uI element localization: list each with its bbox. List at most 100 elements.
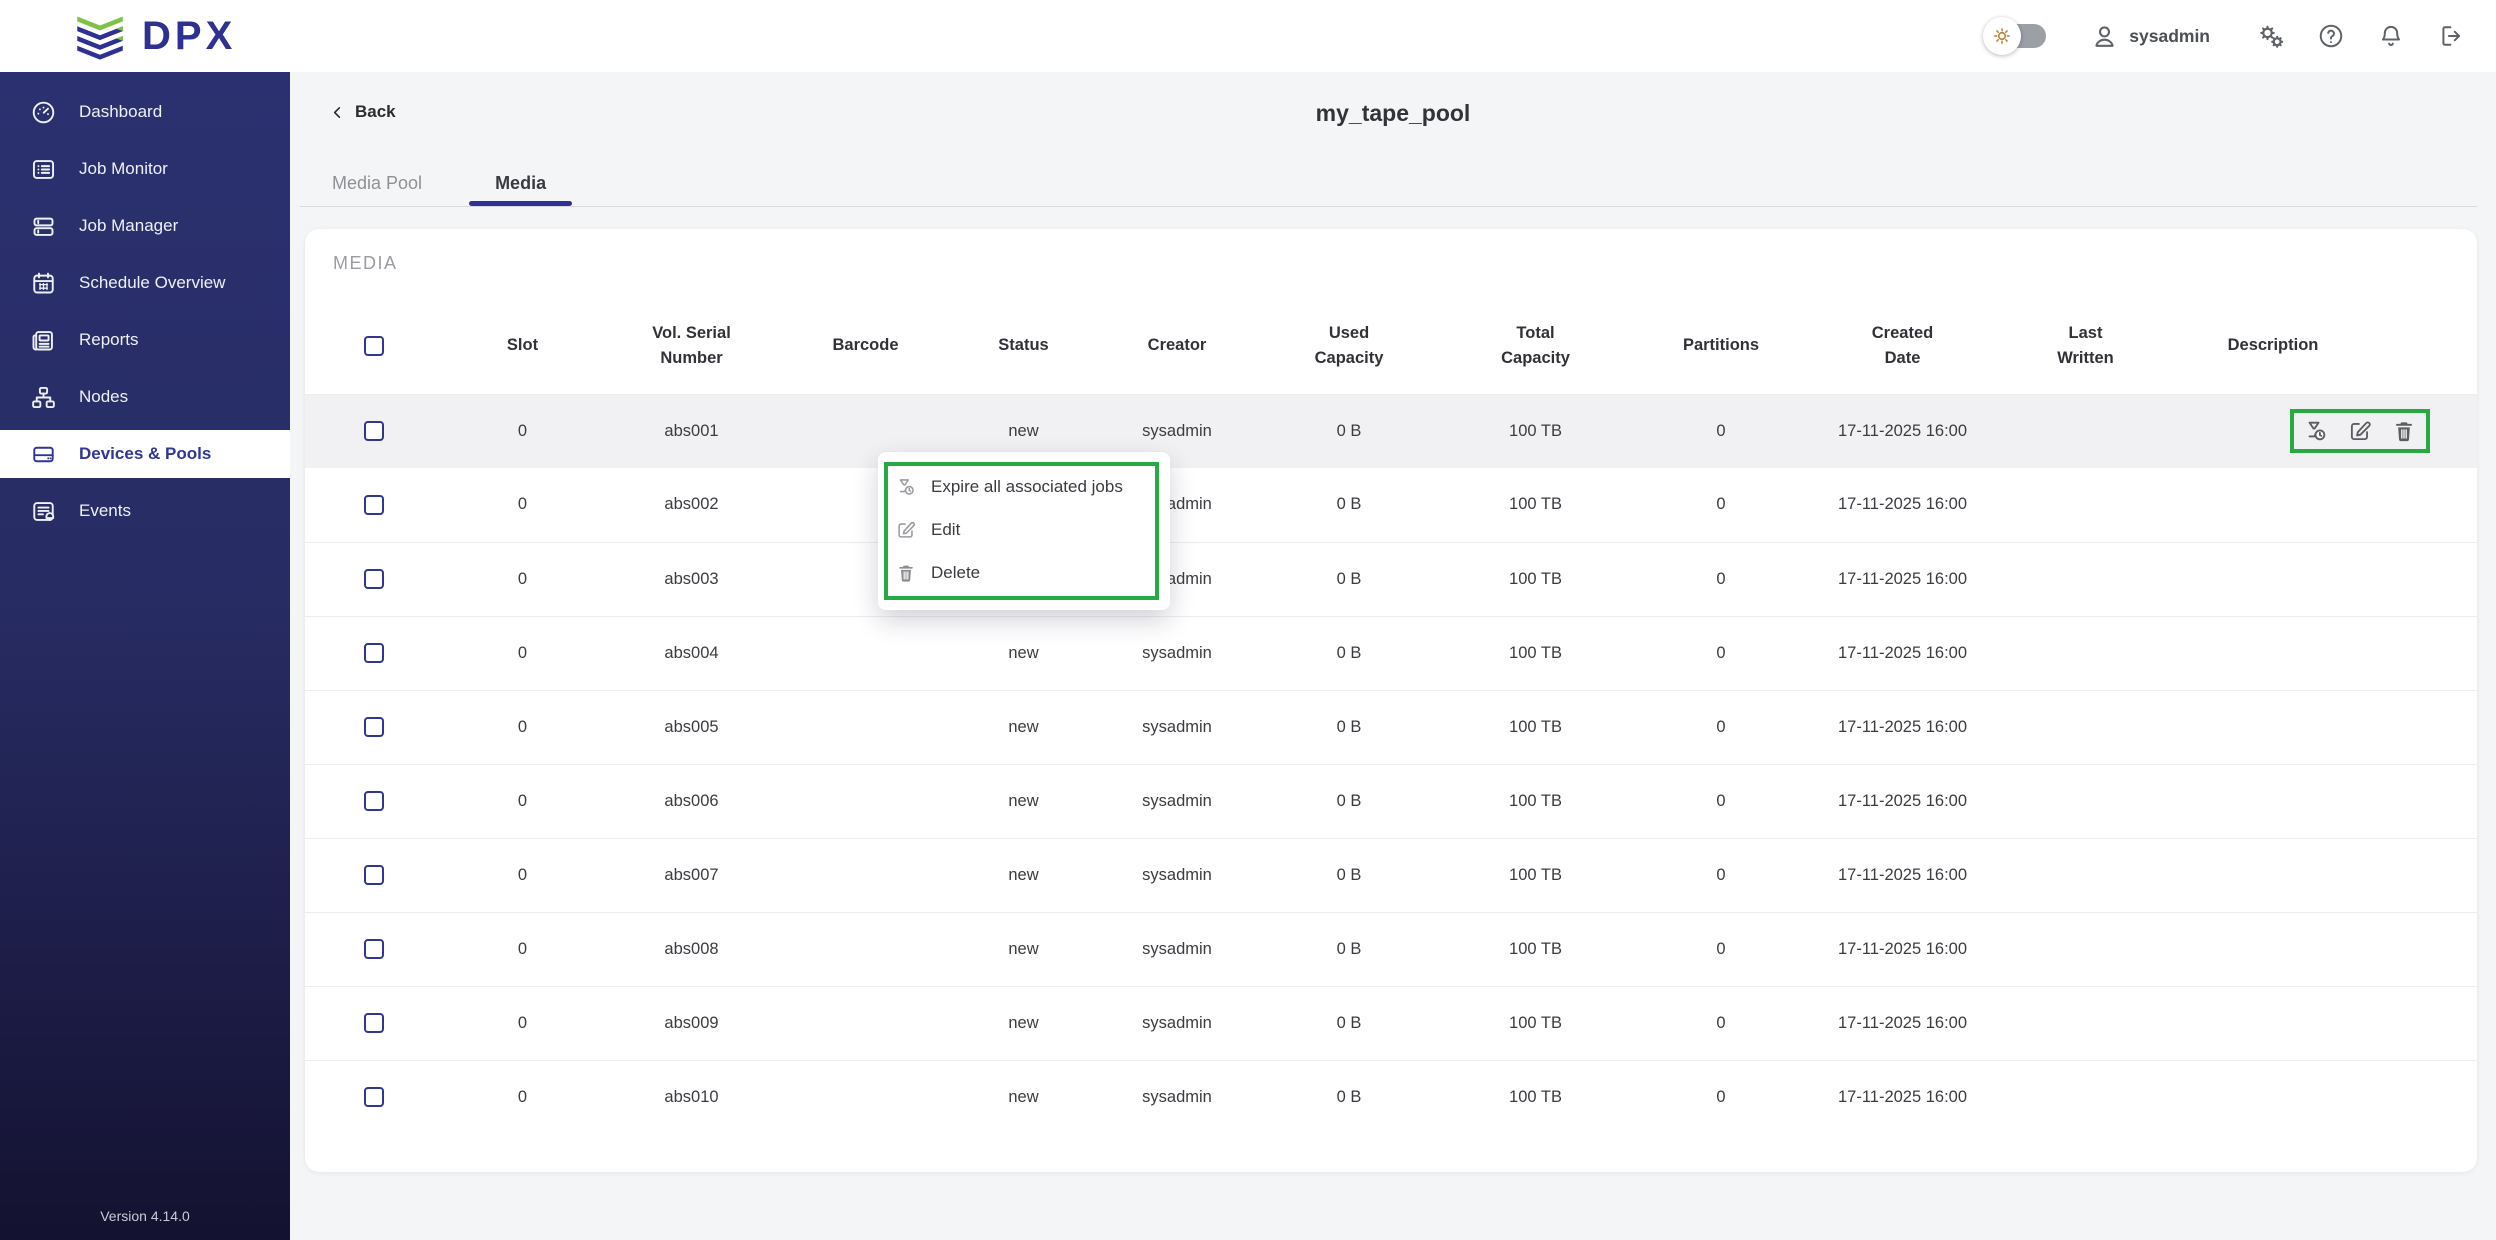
menu-item-label: Delete [931, 563, 980, 583]
media-row[interactable]: 0 abs009 new sysadmin 0 B 100 TB 0 17-11… [305, 986, 2477, 1060]
cell-last-written [1993, 1060, 2178, 1134]
media-table-body: 0 abs001 new sysadmin 0 B 100 TB 0 17-11… [305, 394, 2477, 1134]
cell-total-capacity: 100 TB [1441, 912, 1630, 986]
media-row[interactable]: 0 abs003 new sysadmin 0 B 100 TB 0 17-11… [305, 542, 2477, 616]
cell-last-written [1993, 394, 2178, 468]
cell-total-capacity: 100 TB [1441, 1060, 1630, 1134]
edit-icon[interactable] [2347, 418, 2373, 444]
cell-slot: 0 [443, 1060, 602, 1134]
cell-used-capacity: 0 B [1257, 838, 1441, 912]
media-row[interactable]: 0 abs002 new sysadmin 0 B 100 TB 0 17-11… [305, 468, 2477, 542]
cell-total-capacity: 100 TB [1441, 616, 1630, 690]
sidebar-item-events[interactable]: Events [0, 487, 290, 535]
cell-vol-serial: abs004 [602, 616, 781, 690]
bell-icon [2377, 22, 2405, 50]
cell-barcode [781, 838, 950, 912]
cell-barcode [781, 764, 950, 838]
cell-last-written [1993, 690, 2178, 764]
row-checkbox[interactable] [364, 643, 384, 663]
row-checkbox[interactable] [364, 939, 384, 959]
theme-toggle-thumb[interactable] [1983, 17, 2021, 55]
row-checkbox[interactable] [364, 1087, 384, 1107]
help-icon [2317, 22, 2345, 50]
sidebar-item-devices-pools[interactable]: Devices & Pools [0, 430, 290, 478]
cell-barcode [781, 616, 950, 690]
media-row[interactable]: 0 abs007 new sysadmin 0 B 100 TB 0 17-11… [305, 838, 2477, 912]
expire-icon[interactable] [2303, 418, 2329, 444]
tab-media[interactable]: Media [469, 160, 572, 206]
menu-item-label: Expire all associated jobs [931, 477, 1123, 497]
cell-vol-serial: abs009 [602, 986, 781, 1060]
cell-status: new [950, 616, 1097, 690]
media-row[interactable]: 0 abs006 new sysadmin 0 B 100 TB 0 17-11… [305, 764, 2477, 838]
sun-icon [1991, 25, 2013, 47]
cell-status: new [950, 690, 1097, 764]
cell-partitions: 0 [1630, 690, 1812, 764]
row-checkbox[interactable] [364, 791, 384, 811]
cell-slot: 0 [443, 468, 602, 542]
sidebar-item-schedule-overview[interactable]: Schedule Overview [0, 259, 290, 307]
gears-icon [2256, 21, 2286, 51]
col-last-written: Last Written [1993, 298, 2178, 394]
sidebar-item-reports[interactable]: Reports [0, 316, 290, 364]
events-icon [30, 498, 57, 525]
menu-item-edit[interactable]: Edit [878, 508, 1170, 551]
cell-created-date: 17-11-2025 16:00 [1812, 764, 1993, 838]
cell-created-date: 17-11-2025 16:00 [1812, 394, 1993, 468]
cell-slot: 0 [443, 616, 602, 690]
dashboard-icon [30, 99, 57, 126]
cell-barcode [781, 986, 950, 1060]
settings-button[interactable] [2256, 21, 2286, 51]
cell-slot: 0 [443, 764, 602, 838]
media-row[interactable]: 0 abs010 new sysadmin 0 B 100 TB 0 17-11… [305, 1060, 2477, 1134]
row-checkbox[interactable] [364, 421, 384, 441]
cell-status: new [950, 764, 1097, 838]
user-menu[interactable]: sysadmin [2090, 22, 2210, 51]
cell-created-date: 17-11-2025 16:00 [1812, 1060, 1993, 1134]
theme-toggle[interactable] [1990, 24, 2046, 48]
delete-icon[interactable] [2391, 418, 2417, 444]
col-vol-serial: Vol. Serial Number [602, 298, 781, 394]
row-checkbox[interactable] [364, 495, 384, 515]
select-all-checkbox[interactable] [364, 336, 384, 356]
row-checkbox[interactable] [364, 569, 384, 589]
row-checkbox[interactable] [364, 717, 384, 737]
sidebar-item-dashboard[interactable]: Dashboard [0, 88, 290, 136]
cell-total-capacity: 100 TB [1441, 986, 1630, 1060]
cell-slot: 0 [443, 394, 602, 468]
row-checkbox[interactable] [364, 1013, 384, 1033]
topbar: DPX sysadmin [0, 0, 2496, 72]
menu-item-expire-all[interactable]: Expire all associated jobs [878, 465, 1170, 508]
media-row[interactable]: 0 abs004 new sysadmin 0 B 100 TB 0 17-11… [305, 616, 2477, 690]
cell-slot: 0 [443, 542, 602, 616]
sidebar-item-label: Job Manager [79, 216, 178, 236]
notifications-button[interactable] [2376, 21, 2406, 51]
help-button[interactable] [2316, 21, 2346, 51]
media-row[interactable]: 0 abs008 new sysadmin 0 B 100 TB 0 17-11… [305, 912, 2477, 986]
sidebar-item-job-monitor[interactable]: Job Monitor [0, 145, 290, 193]
devices-icon [30, 441, 57, 468]
tabs: Media Pool Media [330, 160, 572, 206]
row-context-menu: Expire all associated jobs Edit Delete [878, 452, 1170, 610]
media-card: MEDIA Slot Vol. Serial Number Barcode St… [305, 229, 2477, 1172]
menu-item-delete[interactable]: Delete [878, 551, 1170, 594]
schedule-icon [30, 270, 57, 297]
tab-media-pool[interactable]: Media Pool [330, 160, 424, 206]
col-creator: Creator [1097, 298, 1257, 394]
cell-creator: sysadmin [1097, 690, 1257, 764]
row-actions-highlight-box [2290, 409, 2430, 453]
sidebar-item-nodes[interactable]: Nodes [0, 373, 290, 421]
cell-partitions: 0 [1630, 986, 1812, 1060]
media-row[interactable]: 0 abs005 new sysadmin 0 B 100 TB 0 17-11… [305, 690, 2477, 764]
col-status: Status [950, 298, 1097, 394]
logout-button[interactable] [2436, 21, 2466, 51]
row-checkbox[interactable] [364, 865, 384, 885]
media-row[interactable]: 0 abs001 new sysadmin 0 B 100 TB 0 17-11… [305, 394, 2477, 468]
sidebar-item-label: Nodes [79, 387, 128, 407]
cell-total-capacity: 100 TB [1441, 394, 1630, 468]
cell-creator: sysadmin [1097, 764, 1257, 838]
cell-last-written [1993, 912, 2178, 986]
cell-vol-serial: abs010 [602, 1060, 781, 1134]
cell-creator: sysadmin [1097, 838, 1257, 912]
sidebar-item-job-manager[interactable]: Job Manager [0, 202, 290, 250]
